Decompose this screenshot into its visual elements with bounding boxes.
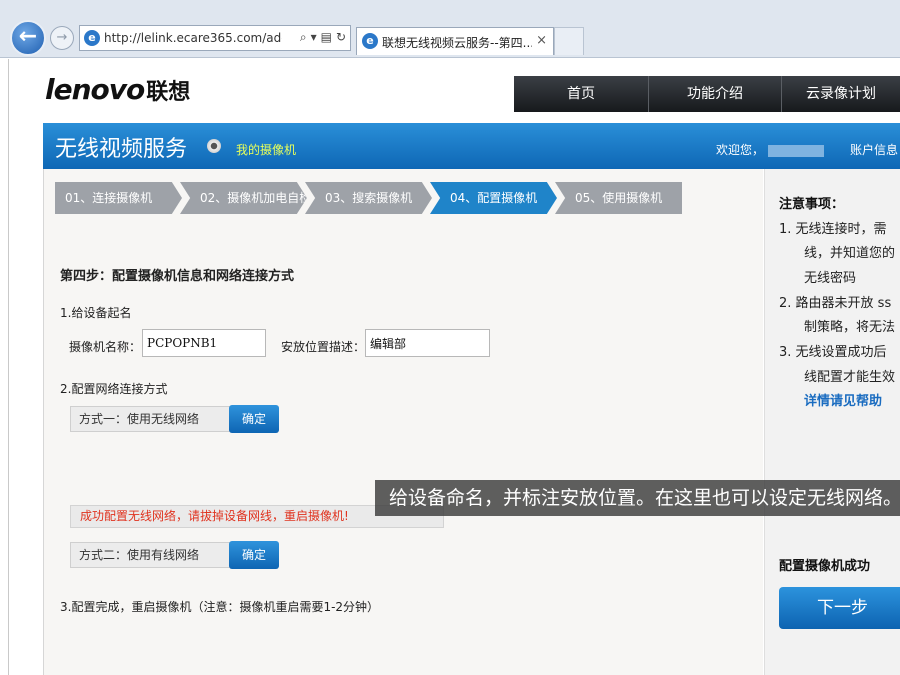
step-4: 04、配置摄像机: [430, 182, 557, 214]
nav-features[interactable]: 功能介绍: [649, 76, 782, 112]
browser-tab[interactable]: e 联想无线视频云服务--第四... ×: [356, 27, 554, 55]
ie-favicon-icon: e: [362, 33, 378, 49]
address-bar[interactable]: e http://lelink.ecare365.com/add ⌕ ▾ ▤ ↻: [79, 25, 351, 51]
step-2: 02、摄像机加电自检: [180, 182, 307, 214]
tab-title: 联想无线视频云服务--第四...: [382, 36, 532, 50]
my-camera-link[interactable]: 我的摄像机: [236, 141, 296, 158]
video-subtitle: 给设备命名，并标注安放位置。在这里也可以设定无线网络。: [375, 480, 900, 516]
notice-line: 线配置才能生效: [804, 370, 896, 385]
refresh-icon[interactable]: ↻: [336, 30, 346, 44]
web-page: lenovo联想 首页 功能介绍 云录像计划 无线视频服务 我的摄像机 欢迎您，…: [8, 59, 900, 675]
notice-sidebar: 注意事项： 1. 无线连接时，需 线，并知道您的 无线密码 2. 路由器未开放 …: [764, 169, 900, 675]
section-naming: 1.给设备起名: [60, 306, 132, 320]
notice-line: 1. 无线连接时，需: [779, 222, 887, 237]
next-step-button[interactable]: 下一步: [779, 587, 900, 629]
address-url[interactable]: http://lelink.ecare365.com/add: [104, 31, 282, 47]
logo-text-cn: 联想: [146, 80, 191, 105]
camera-icon: [207, 139, 221, 153]
back-arrow-icon: ←: [18, 24, 38, 49]
help-link[interactable]: 详情请见帮助: [804, 390, 882, 409]
browser-toolbar: ← → e http://lelink.ecare365.com/add ⌕ ▾ ▤…: [0, 0, 900, 58]
notice-line: 2. 路由器未开放 ss: [779, 296, 892, 311]
section-network: 2.配置网络连接方式: [60, 382, 168, 396]
dropdown-icon[interactable]: ▾: [311, 30, 317, 44]
step-title: 第四步：配置摄像机信息和网络连接方式: [60, 269, 295, 284]
main-content: 01、连接摄像机 02、摄像机加电自检 03、搜索摄像机 04、配置摄像机 05、使用摄…: [43, 169, 763, 675]
nav-home[interactable]: 首页: [514, 76, 649, 112]
logo-text-en: lenovo: [45, 73, 145, 106]
confirm-wired-button[interactable]: 确定: [229, 541, 279, 569]
account-info-link[interactable]: 账户信息: [850, 141, 898, 158]
lenovo-logo[interactable]: lenovo联想: [45, 73, 191, 106]
compat-view-icon[interactable]: ▤: [321, 30, 332, 44]
forward-button[interactable]: →: [50, 26, 74, 50]
search-icon[interactable]: ⌕: [300, 30, 307, 45]
banner-title: 无线视频服务: [55, 137, 188, 162]
service-banner: 无线视频服务 我的摄像机 欢迎您， 账户信息: [43, 123, 900, 169]
back-button[interactable]: ←: [10, 20, 46, 56]
notice-line: 制策略，将无法: [804, 320, 896, 335]
notice-line: 无线密码: [804, 271, 857, 286]
config-success-title: 配置摄像机成功: [779, 559, 871, 574]
notice-line: 线，并知道您的: [804, 246, 896, 261]
location-input[interactable]: [365, 329, 490, 357]
step-5: 05、使用摄像机: [555, 182, 682, 214]
nav-cloud-recording[interactable]: 云录像计划: [782, 76, 900, 112]
new-tab-button[interactable]: [554, 27, 584, 55]
camera-name-label: 摄像机名称：: [69, 340, 142, 354]
forward-arrow-icon: →: [56, 30, 68, 45]
step-3: 03、搜索摄像机: [305, 182, 432, 214]
notice-title: 注意事项：: [779, 197, 845, 212]
address-tools: ⌕ ▾ ▤ ↻: [296, 30, 346, 45]
step-1: 01、连接摄像机: [55, 182, 182, 214]
welcome-label: 欢迎您，: [716, 143, 765, 157]
welcome-text: 欢迎您，: [716, 141, 825, 158]
confirm-wireless-button[interactable]: 确定: [229, 405, 279, 433]
section-restart: 3.配置完成，重启摄像机（注意：摄像机重启需要1-2分钟）: [60, 600, 380, 614]
camera-name-input[interactable]: [142, 329, 266, 357]
location-label: 安放位置描述：: [281, 340, 366, 354]
notice-line: 3. 无线设置成功后: [779, 345, 887, 360]
close-icon[interactable]: ×: [536, 33, 547, 48]
top-navigation: 首页 功能介绍 云录像计划: [514, 76, 900, 112]
ie-favicon-icon: e: [84, 30, 100, 46]
step-progress: 01、连接摄像机 02、摄像机加电自检 03、搜索摄像机 04、配置摄像机 05、使用摄…: [55, 182, 709, 214]
username-redacted: [768, 144, 825, 157]
